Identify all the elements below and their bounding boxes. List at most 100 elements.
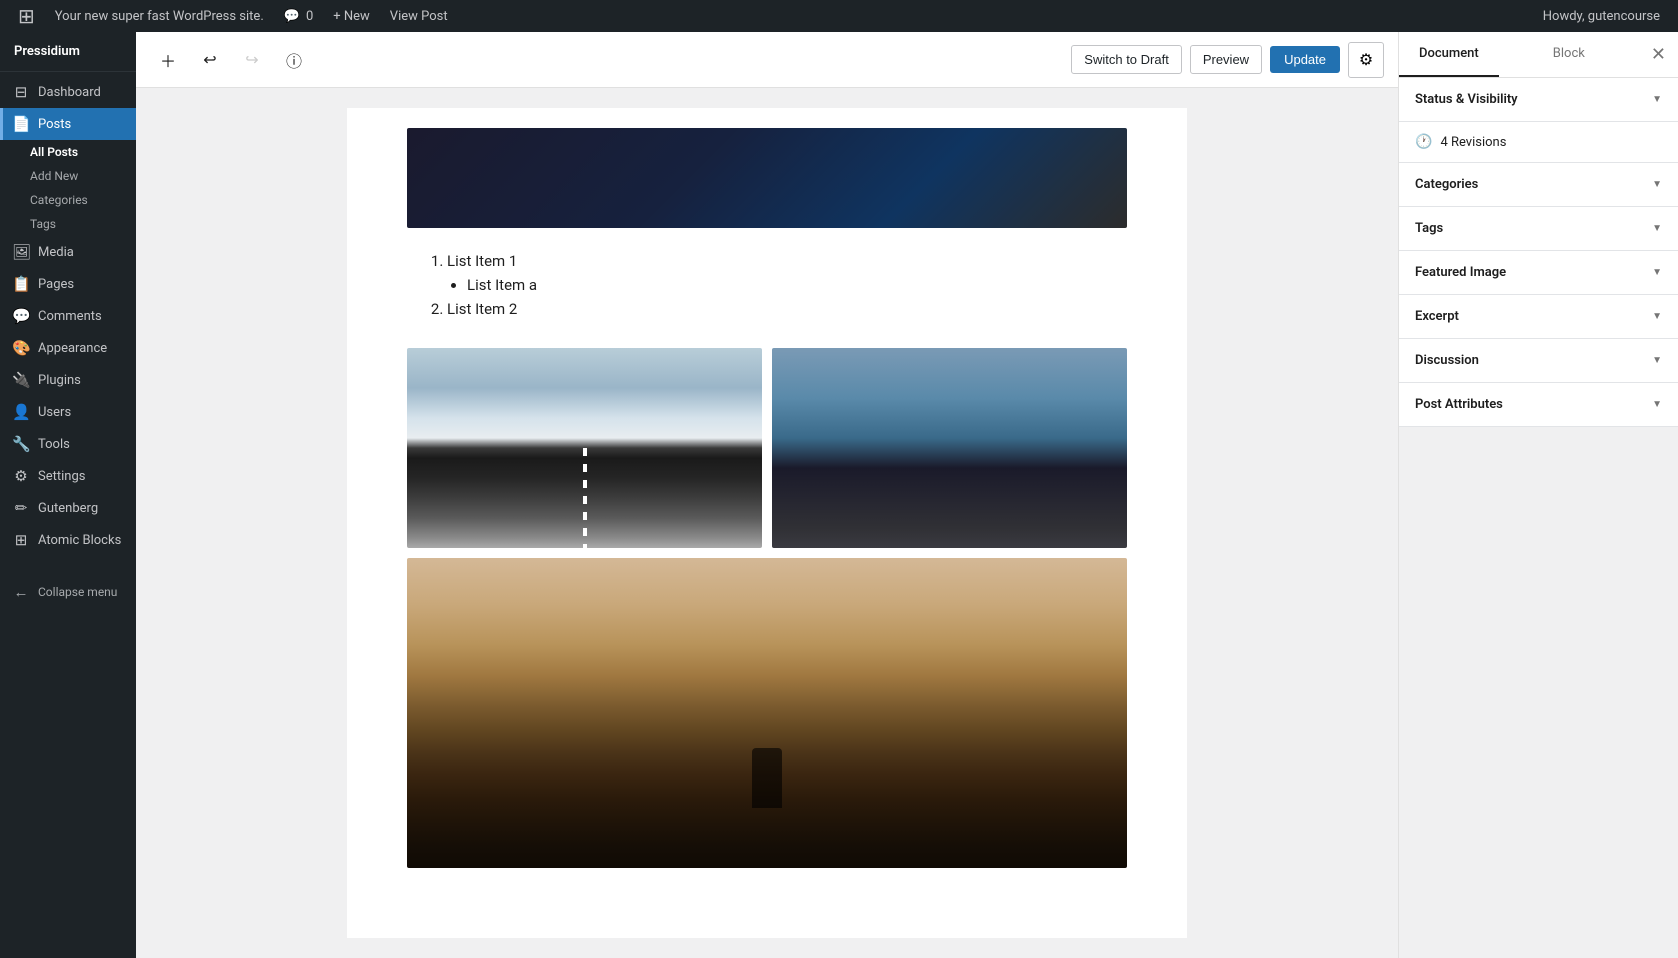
excerpt-title: Excerpt (1415, 309, 1459, 324)
sidebar-item-settings[interactable]: ⚙ Settings (0, 460, 136, 492)
info-icon: ⓘ (286, 48, 302, 72)
info-button[interactable]: ⓘ (276, 42, 312, 78)
add-block-icon: ＋ (160, 48, 176, 72)
add-block-button[interactable]: ＋ (150, 42, 186, 78)
sidebar-item-comments[interactable]: 💬 Comments (0, 300, 136, 332)
new-link[interactable]: + New (323, 0, 380, 32)
sidebar-site-name: Pressidium (14, 44, 122, 59)
sidebar-logo-area[interactable]: Pressidium (0, 32, 136, 72)
tags-section[interactable]: Tags ▼ (1399, 207, 1678, 251)
sidebar-sub-all-posts[interactable]: All Posts (0, 140, 136, 164)
sidebar-item-label: Media (38, 245, 74, 260)
comments-link[interactable]: 💬 0 (274, 0, 324, 32)
sidebar-item-plugins[interactable]: 🔌 Plugins (0, 364, 136, 396)
excerpt-section[interactable]: Excerpt ▼ (1399, 295, 1678, 339)
undo-icon: ↩ (203, 50, 216, 70)
collapse-label: Collapse menu (38, 585, 117, 599)
nested-list-item-a: List Item a (467, 276, 1127, 294)
sidebar-item-label: Posts (38, 117, 71, 132)
list-item-text: List Item a (467, 276, 537, 294)
featured-image-arrow: ▼ (1652, 267, 1662, 278)
gutenberg-icon: ✏ (12, 499, 30, 517)
status-visibility-section[interactable]: Status & Visibility ▼ (1399, 78, 1678, 122)
panel-close-button[interactable]: ✕ (1639, 36, 1678, 73)
editor-area: ＋ ↩ ↪ ⓘ Switch to Draft Preview Update ⚙ (136, 32, 1398, 958)
revisions-clock-icon: 🕐 (1415, 134, 1432, 150)
tags-title: Tags (1415, 221, 1443, 236)
site-name-link[interactable]: Your new super fast WordPress site. (45, 0, 274, 32)
update-button[interactable]: Update (1270, 46, 1340, 73)
excerpt-arrow: ▼ (1652, 311, 1662, 322)
editor-canvas: List Item 1 List Item a List Item 2 (347, 108, 1187, 938)
sidebar-item-label: Pages (38, 277, 74, 292)
block-tab[interactable]: Block (1533, 32, 1605, 77)
sidebar-item-atomic-blocks[interactable]: ⊞ Atomic Blocks (0, 524, 136, 556)
sidebar-sub-tags[interactable]: Tags (0, 212, 136, 236)
sidebar-item-gutenberg[interactable]: ✏ Gutenberg (0, 492, 136, 524)
gear-icon: ⚙ (1359, 50, 1373, 70)
sidebar-item-label: Dashboard (38, 85, 101, 100)
comments-count: 0 (306, 9, 313, 24)
featured-image-section[interactable]: Featured Image ▼ (1399, 251, 1678, 295)
categories-title: Categories (1415, 177, 1478, 192)
editor-content[interactable]: List Item 1 List Item a List Item 2 (136, 88, 1398, 958)
sidebar-item-tools[interactable]: 🔧 Tools (0, 428, 136, 460)
list-item-text: List Item 2 (447, 300, 517, 318)
sidebar-sub-add-new[interactable]: Add New (0, 164, 136, 188)
featured-image-title: Featured Image (1415, 265, 1506, 280)
post-attributes-title: Post Attributes (1415, 397, 1503, 412)
revisions-text: 4 Revisions (1440, 135, 1506, 150)
comments-menu-icon: 💬 (12, 307, 30, 325)
header-image-block[interactable] (407, 128, 1127, 228)
sidebar-item-label: Comments (38, 309, 102, 324)
sidebar-item-users[interactable]: 👤 Users (0, 396, 136, 428)
panel-content[interactable]: Status & Visibility ▼ 🕐 4 Revisions Cate… (1399, 78, 1678, 958)
sidebar: Pressidium ⊟ Dashboard 📄 Posts All Posts… (0, 32, 136, 958)
collapse-icon: ← (12, 583, 30, 601)
plugins-icon: 🔌 (12, 371, 30, 389)
comments-icon: 💬 (284, 9, 300, 24)
discussion-section[interactable]: Discussion ▼ (1399, 339, 1678, 383)
list-item-1: List Item 1 List Item a (447, 252, 1127, 294)
switch-to-draft-button[interactable]: Switch to Draft (1071, 45, 1182, 74)
undo-button[interactable]: ↩ (192, 42, 228, 78)
sidebar-item-appearance[interactable]: 🎨 Appearance (0, 332, 136, 364)
pages-icon: 📋 (12, 275, 30, 293)
figure-silhouette (752, 748, 782, 808)
sidebar-sub-categories[interactable]: Categories (0, 188, 136, 212)
preview-button[interactable]: Preview (1190, 45, 1262, 74)
sidebar-item-label: Users (38, 405, 71, 420)
document-tab[interactable]: Document (1399, 32, 1499, 77)
gallery-image-plane[interactable] (772, 348, 1127, 548)
sidebar-item-label: Atomic Blocks (38, 533, 121, 548)
list-item-2: List Item 2 (447, 300, 1127, 318)
tags-arrow: ▼ (1652, 223, 1662, 234)
categories-arrow: ▼ (1652, 179, 1662, 190)
list-block[interactable]: List Item 1 List Item a List Item 2 (427, 252, 1127, 318)
sidebar-item-media[interactable]: 🖼 Media (0, 236, 136, 268)
sidebar-collapse-menu[interactable]: ← Collapse menu (0, 576, 136, 608)
gallery-image-mountain[interactable] (407, 558, 1127, 868)
status-visibility-title: Status & Visibility (1415, 92, 1518, 107)
settings-button[interactable]: ⚙ (1348, 42, 1384, 78)
sidebar-item-pages[interactable]: 📋 Pages (0, 268, 136, 300)
categories-section[interactable]: Categories ▼ (1399, 163, 1678, 207)
discussion-title: Discussion (1415, 353, 1479, 368)
gallery-block[interactable] (407, 348, 1127, 548)
wp-logo-icon[interactable]: ⊞ (8, 0, 45, 32)
right-panel: Document Block ✕ Status & Visibility ▼ 🕐… (1398, 32, 1678, 958)
redo-button[interactable]: ↪ (234, 42, 270, 78)
media-icon: 🖼 (12, 243, 30, 261)
post-attributes-arrow: ▼ (1652, 399, 1662, 410)
users-icon: 👤 (12, 403, 30, 421)
settings-icon: ⚙ (12, 467, 30, 485)
howdy-text: Howdy, gutencourse (1533, 9, 1670, 24)
sidebar-item-posts[interactable]: 📄 Posts (0, 108, 136, 140)
admin-bar: ⊞ Your new super fast WordPress site. 💬 … (0, 0, 1678, 32)
revisions-section[interactable]: 🕐 4 Revisions (1399, 122, 1678, 163)
gallery-image-road[interactable] (407, 348, 762, 548)
sidebar-item-dashboard[interactable]: ⊟ Dashboard (0, 76, 136, 108)
appearance-icon: 🎨 (12, 339, 30, 357)
post-attributes-section[interactable]: Post Attributes ▼ (1399, 383, 1678, 427)
view-post-link[interactable]: View Post (380, 0, 458, 32)
